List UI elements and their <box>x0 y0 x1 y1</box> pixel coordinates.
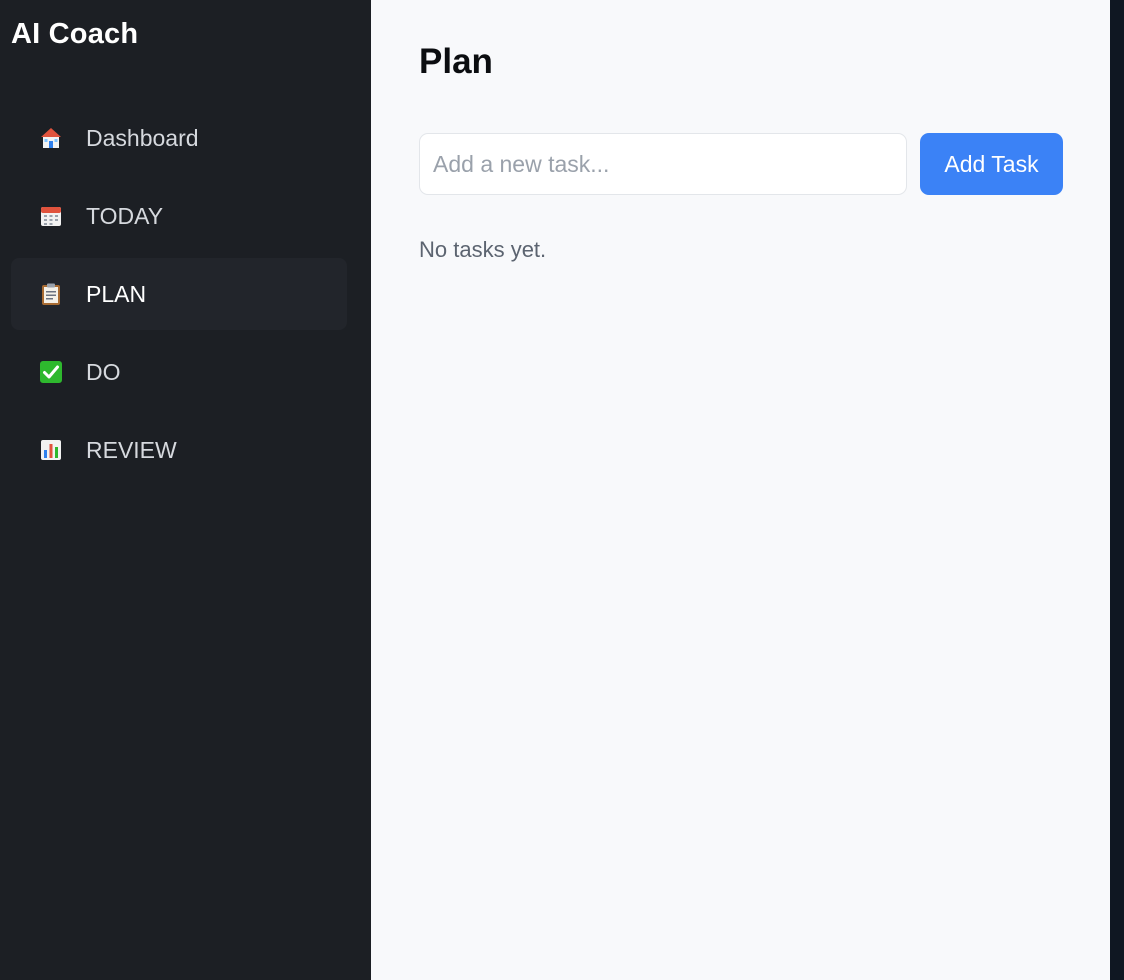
sidebar: AI Coach Dashboard TODAY PLAN DO REVIEW <box>0 0 371 980</box>
sidebar-nav: Dashboard TODAY PLAN DO REVIEW <box>11 102 347 492</box>
clipboard-icon <box>38 281 64 307</box>
sidebar-item-label: TODAY <box>86 202 164 229</box>
house-icon <box>38 125 64 151</box>
sidebar-item-label: PLAN <box>86 280 147 307</box>
app-window: AI Coach Dashboard TODAY PLAN DO REVIEW … <box>0 0 1124 980</box>
new-task-input[interactable] <box>419 133 907 195</box>
app-title: AI Coach <box>11 18 139 50</box>
page-title: Plan <box>419 42 493 81</box>
sidebar-item-do[interactable]: DO <box>11 336 347 408</box>
sidebar-item-today[interactable]: TODAY <box>11 180 347 252</box>
bar-chart-icon <box>38 437 64 463</box>
sidebar-item-dashboard[interactable]: Dashboard <box>11 102 347 174</box>
sidebar-item-review[interactable]: REVIEW <box>11 414 347 486</box>
sidebar-item-plan[interactable]: PLAN <box>11 258 347 330</box>
window-edge <box>1110 0 1124 980</box>
add-task-button[interactable]: Add Task <box>920 133 1063 195</box>
sidebar-item-label: REVIEW <box>86 436 177 463</box>
check-mark-icon <box>38 359 64 385</box>
calendar-icon <box>38 203 64 229</box>
sidebar-item-label: DO <box>86 358 121 385</box>
sidebar-item-label: Dashboard <box>86 124 199 151</box>
empty-state-message: No tasks yet. <box>419 237 547 262</box>
main-content: Plan Add Task No tasks yet. <box>371 0 1110 980</box>
